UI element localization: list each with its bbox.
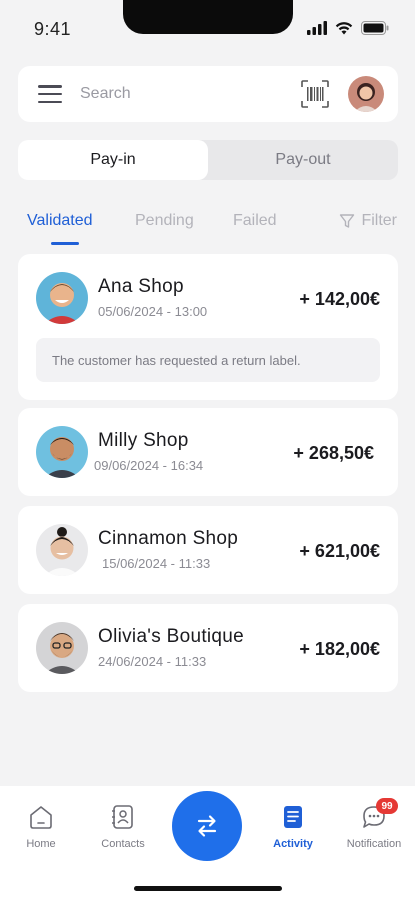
bottom-navigation: Home Contacts Activity 99 Notification (0, 786, 415, 900)
shop-name: Ana Shop (98, 276, 184, 297)
transaction-date: 24/06/2024 - 11:33 (98, 654, 207, 669)
activity-icon (284, 806, 302, 828)
battery-icon (361, 21, 389, 35)
transaction-card[interactable]: Ana Shop 05/06/2024 - 13:00 + 142,00€ Th… (18, 254, 398, 400)
home-icon (30, 806, 52, 829)
home-indicator (134, 886, 282, 891)
status-icons (307, 21, 389, 35)
status-bar: 9:41 (0, 0, 415, 56)
transaction-amount: + 182,00€ (299, 639, 380, 659)
pay-direction-toggle: Pay-in Pay-out (18, 140, 398, 180)
tab-failed[interactable]: Failed (233, 212, 277, 230)
filter-label: Filter (361, 212, 397, 229)
barcode-scan-icon[interactable] (300, 79, 330, 109)
hamburger-menu-icon[interactable] (38, 85, 62, 103)
avatar (36, 524, 88, 576)
active-tab-indicator (51, 242, 79, 245)
transaction-card[interactable]: Olivia's Boutique 24/06/2024 - 11:33 + 1… (18, 604, 398, 692)
nav-label: Home (26, 838, 56, 850)
shop-name: Milly Shop (98, 430, 189, 451)
shop-name: Olivia's Boutique (98, 626, 245, 647)
filter-button[interactable]: Filter (339, 212, 397, 230)
notification-badge: 99 (376, 798, 398, 814)
nav-activity[interactable]: Activity (253, 804, 333, 850)
tab-validated[interactable]: Validated (27, 212, 93, 230)
avatar (36, 622, 88, 674)
transaction-amount: + 142,00€ (299, 289, 380, 309)
nav-home[interactable]: Home (1, 804, 81, 850)
transfer-fab-button[interactable] (172, 791, 242, 861)
shop-name: Cinnamon Shop (98, 528, 239, 549)
status-time: 9:41 (34, 19, 72, 39)
transaction-card[interactable]: Cinnamon Shop 15/06/2024 - 11:33 + 621,0… (18, 506, 398, 594)
contacts-icon (112, 805, 133, 829)
status-tabs: Validated Pending Failed Filter (0, 204, 415, 248)
device-notch (123, 0, 293, 34)
transaction-amount: + 621,00€ (299, 541, 380, 561)
transfer-arrows-icon (197, 815, 217, 837)
wifi-icon (335, 22, 353, 35)
avatar (36, 426, 88, 478)
nav-label: Notification (346, 838, 402, 850)
pay-out-option[interactable]: Pay-out (208, 140, 398, 180)
search-input[interactable] (80, 85, 300, 103)
pay-in-option[interactable]: Pay-in (18, 140, 208, 180)
nav-label: Contacts (101, 838, 145, 850)
transaction-date: 09/06/2024 - 16:34 (94, 458, 204, 473)
transaction-date: 05/06/2024 - 13:00 (98, 304, 208, 319)
search-bar (18, 66, 398, 122)
avatar (36, 272, 88, 324)
nav-notification[interactable]: 99 Notification (334, 798, 414, 850)
transaction-amount: + 268,50€ (293, 443, 374, 463)
transaction-card[interactable]: Milly Shop 09/06/2024 - 16:34 + 268,50€ (18, 408, 398, 496)
nav-contacts[interactable]: Contacts (83, 804, 163, 850)
filter-icon (340, 214, 355, 228)
profile-avatar[interactable] (348, 76, 384, 112)
transaction-note: The customer has requested a return labe… (36, 338, 380, 382)
transaction-date: 15/06/2024 - 11:33 (102, 556, 211, 571)
signal-icon (307, 21, 327, 35)
tab-pending[interactable]: Pending (135, 212, 194, 230)
nav-label: Activity (273, 838, 313, 850)
